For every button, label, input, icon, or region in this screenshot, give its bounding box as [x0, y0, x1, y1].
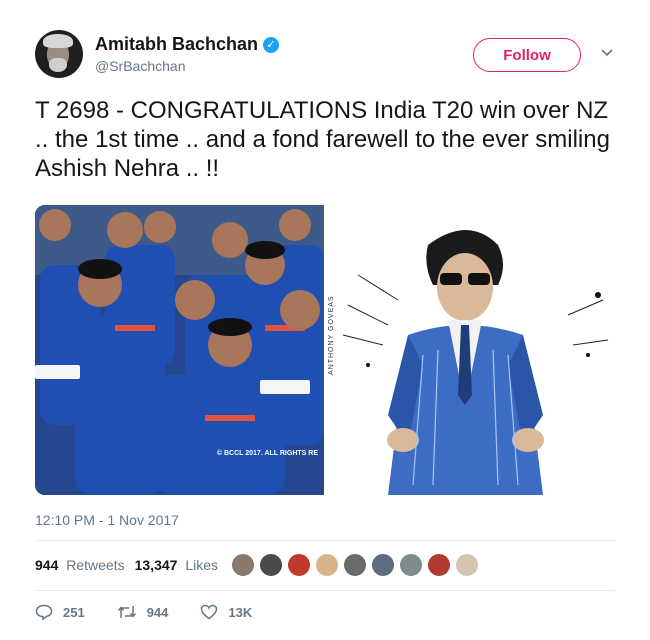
chevron-down-icon[interactable]: [601, 44, 613, 60]
like-button[interactable]: 13K: [200, 604, 252, 620]
tweet-text: T 2698 - CONGRATULATIONS India T20 win o…: [35, 97, 610, 182]
avatar[interactable]: [35, 30, 83, 78]
retweets-label: Retweets: [66, 557, 125, 573]
author-name[interactable]: Amitabh Bachchan: [95, 34, 258, 55]
liker-avatar[interactable]: [454, 552, 480, 578]
tweet-header: Amitabh Bachchan ✓ @SrBachchan Follow: [35, 30, 625, 86]
liker-avatar[interactable]: [342, 552, 368, 578]
tweet-media: © BCCL 2017. ALL RIGHTS RE ANTHONY GOVEA…: [35, 205, 615, 495]
divider: [35, 590, 615, 591]
author-handle[interactable]: @SrBachchan: [95, 58, 185, 74]
divider: [35, 540, 615, 541]
liker-avatar[interactable]: [426, 552, 452, 578]
verified-badge-icon: ✓: [263, 36, 280, 53]
liker-avatar[interactable]: [286, 552, 312, 578]
retweets-count: 944: [35, 557, 59, 573]
sketch-artwork-photo[interactable]: ANTHONY GOVEAS: [328, 205, 615, 495]
artist-signature: ANTHONY GOVEAS: [328, 295, 335, 375]
retweet-count: 944: [146, 604, 169, 620]
liker-avatar[interactable]: [370, 552, 396, 578]
like-count: 13K: [228, 604, 253, 620]
likes-count: 13,347: [134, 557, 178, 573]
author-name-row[interactable]: Amitabh Bachchan ✓: [95, 34, 280, 55]
photo-credit: © BCCL 2017. ALL RIGHTS RE: [216, 450, 318, 457]
heart-icon: [201, 604, 218, 620]
team-celebration-photo[interactable]: © BCCL 2017. ALL RIGHTS RE: [35, 205, 324, 495]
reply-icon: [35, 604, 53, 620]
retweet-icon: [117, 606, 136, 618]
avatar-beard: [49, 58, 67, 72]
liker-avatar[interactable]: [258, 552, 284, 578]
retweet-button[interactable]: 944: [117, 604, 169, 620]
tweet-actions: 251 944 13K: [35, 604, 284, 620]
tweet-timestamp[interactable]: 12:10 PM - 1 Nov 2017: [35, 512, 179, 528]
reply-count: 251: [63, 604, 85, 620]
tweet-stats: 944 Retweets 13,347 Likes: [35, 557, 228, 573]
likes-stat[interactable]: 13,347 Likes: [135, 557, 218, 573]
likes-label: Likes: [185, 557, 219, 573]
likers-avatars: [230, 552, 482, 578]
follow-button[interactable]: Follow: [473, 38, 581, 72]
avatar-hair: [43, 34, 73, 48]
liker-avatar[interactable]: [230, 552, 256, 578]
reply-button[interactable]: 251: [35, 604, 85, 620]
liker-avatar[interactable]: [398, 552, 424, 578]
liker-avatar[interactable]: [314, 552, 340, 578]
retweets-stat[interactable]: 944 Retweets: [35, 557, 125, 573]
